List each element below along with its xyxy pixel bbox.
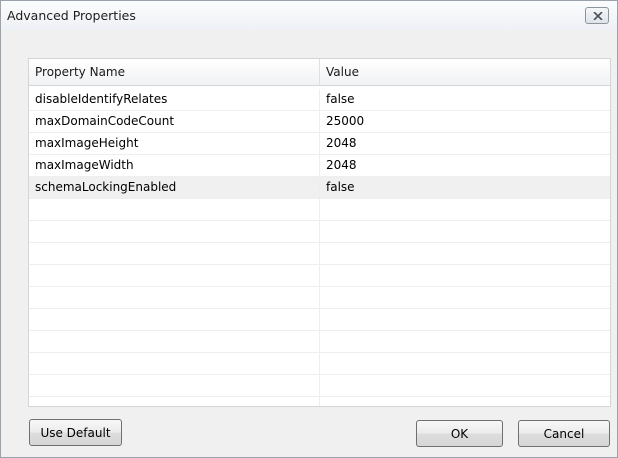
table-row[interactable] bbox=[29, 353, 610, 375]
table-row[interactable] bbox=[29, 265, 610, 287]
property-name-cell[interactable] bbox=[29, 353, 320, 374]
cancel-button[interactable]: Cancel bbox=[518, 420, 610, 447]
grid-header: Property Name Value bbox=[29, 59, 610, 86]
property-name-cell[interactable] bbox=[29, 199, 320, 220]
close-button[interactable] bbox=[585, 7, 609, 24]
table-row[interactable]: schemaLockingEnabled false bbox=[29, 177, 610, 199]
property-name-cell[interactable] bbox=[29, 221, 320, 242]
property-value-cell[interactable] bbox=[320, 287, 610, 308]
table-row[interactable] bbox=[29, 199, 610, 221]
table-row[interactable] bbox=[29, 243, 610, 265]
property-value-cell[interactable] bbox=[320, 265, 610, 286]
property-value-cell[interactable] bbox=[320, 309, 610, 330]
table-row[interactable] bbox=[29, 287, 610, 309]
property-name-cell[interactable] bbox=[29, 397, 320, 406]
property-value-cell[interactable] bbox=[320, 353, 610, 374]
table-row[interactable] bbox=[29, 331, 610, 353]
table-row[interactable] bbox=[29, 309, 610, 331]
table-row[interactable] bbox=[29, 397, 610, 406]
properties-grid[interactable]: Property Name Value disableIdentifyRelat… bbox=[28, 58, 611, 407]
table-row[interactable] bbox=[29, 375, 610, 397]
property-value-cell[interactable] bbox=[320, 243, 610, 264]
property-value-cell[interactable]: 2048 bbox=[320, 133, 610, 154]
property-name-cell[interactable]: maxImageHeight bbox=[29, 133, 320, 154]
property-value-cell[interactable] bbox=[320, 397, 610, 406]
title-bar: Advanced Properties bbox=[1, 1, 617, 30]
property-name-cell[interactable] bbox=[29, 309, 320, 330]
property-value-cell[interactable] bbox=[320, 331, 610, 352]
table-row[interactable]: maxImageHeight 2048 bbox=[29, 133, 610, 155]
property-value-cell[interactable] bbox=[320, 199, 610, 220]
property-name-cell[interactable]: maxImageWidth bbox=[29, 155, 320, 176]
property-name-cell[interactable] bbox=[29, 331, 320, 352]
property-name-cell[interactable] bbox=[29, 375, 320, 396]
grid-rows: disableIdentifyRelates false maxDomainCode… bbox=[29, 89, 610, 406]
property-value-cell[interactable]: false bbox=[320, 89, 610, 110]
window-title: Advanced Properties bbox=[7, 8, 136, 23]
property-value-cell[interactable] bbox=[320, 375, 610, 396]
column-header-value[interactable]: Value bbox=[320, 59, 610, 85]
close-icon bbox=[593, 12, 603, 20]
property-value-cell[interactable]: false bbox=[320, 177, 610, 198]
table-row[interactable] bbox=[29, 221, 610, 243]
property-value-cell[interactable] bbox=[320, 221, 610, 242]
table-row[interactable]: disableIdentifyRelates false bbox=[29, 89, 610, 111]
property-value-cell[interactable]: 25000 bbox=[320, 111, 610, 132]
property-name-cell[interactable] bbox=[29, 265, 320, 286]
property-name-cell[interactable]: disableIdentifyRelates bbox=[29, 89, 320, 110]
property-name-cell[interactable]: schemaLockingEnabled bbox=[29, 177, 320, 198]
property-value-cell[interactable]: 2048 bbox=[320, 155, 610, 176]
property-name-cell[interactable] bbox=[29, 287, 320, 308]
table-row[interactable]: maxImageWidth 2048 bbox=[29, 155, 610, 177]
advanced-properties-dialog: Advanced Properties Property Name Value … bbox=[0, 0, 618, 458]
table-row[interactable]: maxDomainCodeCount 25000 bbox=[29, 111, 610, 133]
column-header-property-name[interactable]: Property Name bbox=[29, 59, 320, 85]
use-default-button[interactable]: Use Default bbox=[29, 419, 122, 446]
ok-button[interactable]: OK bbox=[416, 420, 503, 447]
property-name-cell[interactable]: maxDomainCodeCount bbox=[29, 111, 320, 132]
property-name-cell[interactable] bbox=[29, 243, 320, 264]
